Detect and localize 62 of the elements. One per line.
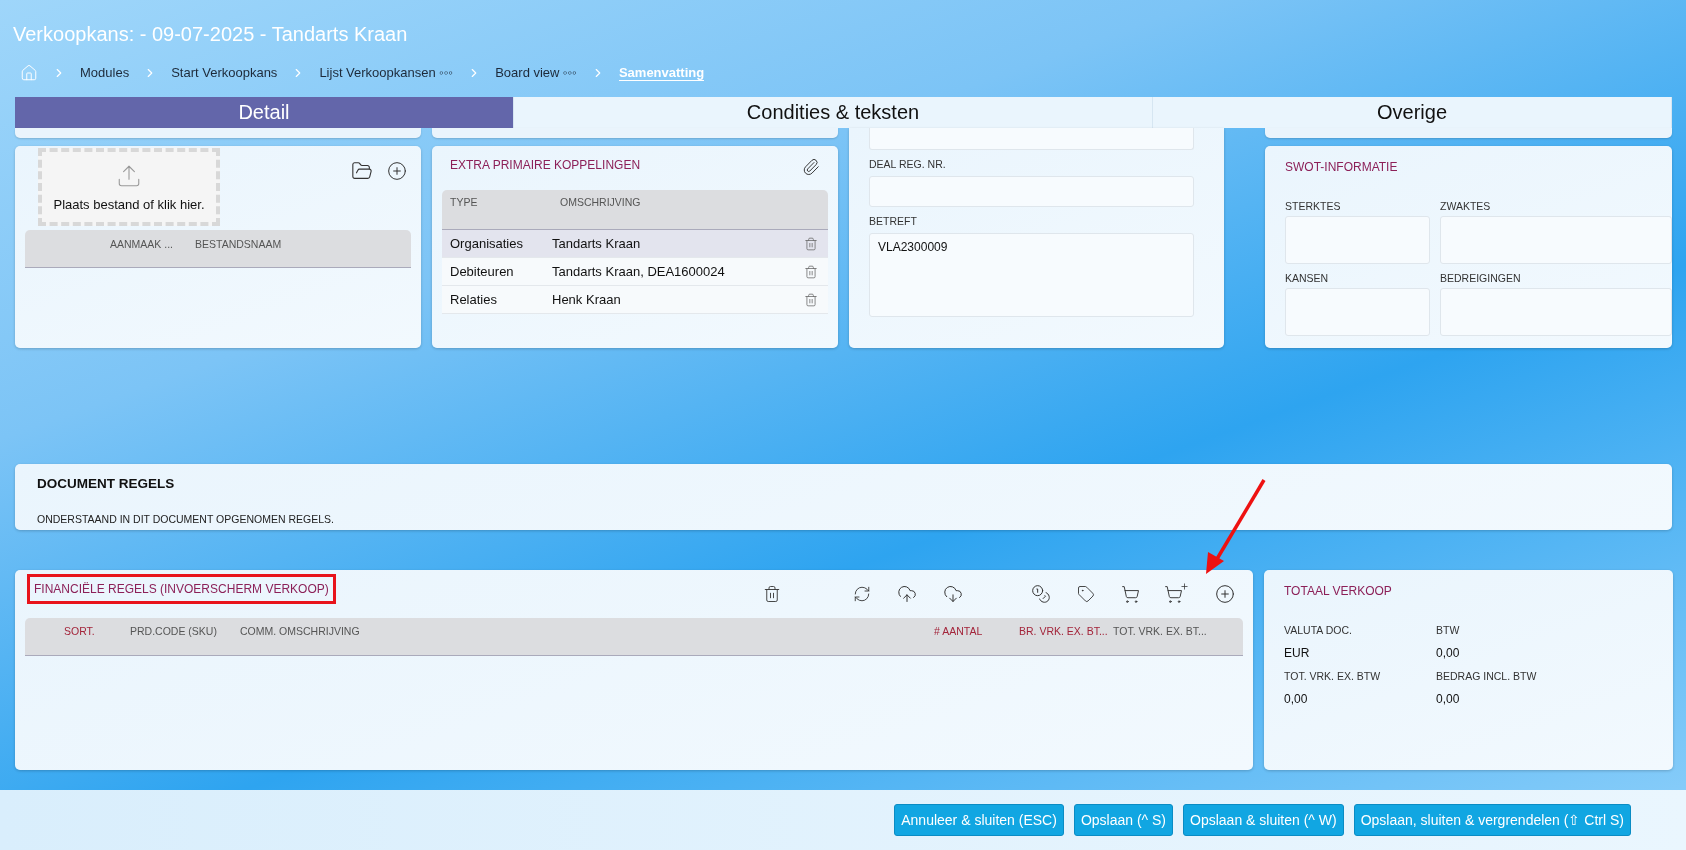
breadcrumb-link[interactable]: Board view ◦◦◦ [495,65,577,81]
card-title: SWOT-INFORMATIE [1285,160,1399,174]
table-cell-text: Tandarts Kraan [552,236,642,251]
dropzone-text: Plaats bestand of klik hier. [53,196,205,212]
text-area[interactable]: VLA2300009 [869,233,1194,317]
table-row[interactable]: Relaties Henk Kraan [442,286,828,314]
section-title: DOCUMENT REGELS [37,476,176,491]
field-label: TOT. VRK. EX. BTW [1284,670,1382,682]
breadcrumb-link[interactable]: Start Verkoopkans [171,65,278,81]
column-header: PRD.CODE (SKU) [130,625,218,637]
column-header: SORT. [64,625,96,637]
section-description: ONDERSTAAND IN DIT DOCUMENT OPGENOMEN REGELS. [37,513,335,525]
cart-plus-icon[interactable] [1164,584,1189,604]
column-header: TOT. VRK. EX. BT... [1113,625,1208,637]
coins-icon[interactable] [1031,584,1051,604]
table-cell-text: Henk Kraan [552,292,622,307]
field-label: BEDREIGINGEN [1440,272,1522,284]
refresh-icon[interactable] [853,585,871,603]
trash-icon[interactable] [763,585,781,603]
field-label: KANSEN [1285,272,1330,284]
field-value: 0,00 [1436,692,1461,706]
column-header: # AANTAL [934,625,984,637]
table-cell-text: Tandarts Kraan, DEA1600024 [552,264,726,279]
field-label: BEDRAG INCL. BTW [1436,670,1538,682]
folder-icon[interactable] [351,160,373,182]
breadcrumb-link[interactable]: Lijst Verkoopkansen ◦◦◦ [319,65,454,81]
table-row[interactable]: Organisaties Tandarts Kraan [442,230,828,258]
window-title: Verkoopkans: - 09-07-2025 - Tandarts Kraan [12,22,409,46]
column-header: TYPE [450,196,479,208]
table-cell-text: Debiteuren [450,264,515,279]
field-label: VALUTA DOC. [1284,624,1353,636]
card-title: TOTAAL VERKOOP [1284,584,1393,598]
field-label: ZWAKTES [1440,200,1492,212]
table-cell-text: Organisaties [450,236,524,251]
tag-icon[interactable] [1077,585,1095,603]
cloud-upload-icon[interactable] [897,584,917,604]
field-label: BTW [1436,624,1461,636]
column-header: COMM. OMSCHRIJVING [240,625,361,637]
field-label: BETREFT [869,215,918,227]
field-label: DEAL REG. NR. [869,158,947,170]
paperclip-icon[interactable] [802,158,820,176]
cart-icon[interactable] [1121,584,1140,604]
input-field[interactable] [869,176,1194,207]
column-header: AANMAAK ... [110,238,174,250]
tab[interactable]: Detail [15,97,514,128]
field-value: 0,00 [1436,646,1461,660]
add-icon[interactable] [387,161,407,181]
field-value: 0,00 [1284,692,1309,706]
column-header: OMSCHRIJVING [560,196,642,208]
field-label: STERKTES [1285,200,1342,212]
table-row[interactable]: Debiteuren Tandarts Kraan, DEA1600024 [442,258,828,286]
table-cell-text: Relaties [450,292,498,307]
input-field[interactable] [869,128,1194,150]
column-header: BR. VRK. EX. BT... [1019,625,1109,637]
field-value: EUR [1284,646,1311,660]
breadcrumb-link[interactable]: Modules [80,65,130,81]
card-title: FINANCIËLE REGELS (INVOERSCHERM VERKOOP) [27,574,336,604]
add-icon[interactable] [1215,584,1235,604]
cloud-download-icon[interactable] [943,584,963,604]
column-header: BESTANDSNAAM [195,238,283,250]
file-dropzone[interactable]: Plaats bestand of klik hier. [38,148,220,226]
card-title: EXTRA PRIMAIRE KOPPELINGEN [450,158,641,172]
